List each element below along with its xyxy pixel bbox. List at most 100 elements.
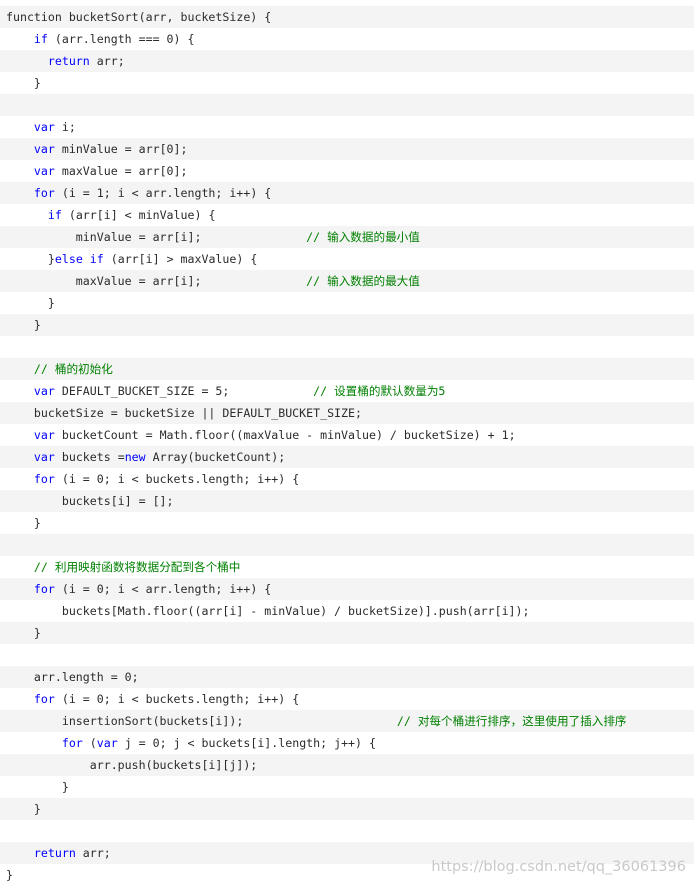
- code-text: buckets[i] = [];: [6, 494, 174, 508]
- code-line: var DEFAULT_BUCKET_SIZE = 5; // 设置桶的默认数量…: [0, 380, 694, 402]
- code-text: (i = 1; i < arr.length; i++) {: [54, 186, 272, 200]
- code-text: arr;: [75, 846, 111, 860]
- code-line: arr.push(buckets[i][j]);: [0, 754, 694, 776]
- code-keyword: if: [33, 32, 48, 46]
- code-text: arr;: [89, 54, 125, 68]
- code-line: return arr;: [0, 50, 694, 72]
- code-text: minValue = arr[0];: [54, 142, 188, 156]
- code-text: Array(bucketCount);: [145, 450, 286, 464]
- code-line: [0, 820, 694, 842]
- code-line: }: [0, 292, 694, 314]
- code-comment: // 利用映射函数将数据分配到各个桶中: [33, 560, 241, 574]
- code-line: insertionSort(buckets[i]); // 对每个桶进行排序，这…: [0, 710, 694, 732]
- code-comment: // 输入数据的最大值: [306, 274, 420, 288]
- code-comment: // 输入数据的最小值: [306, 230, 420, 244]
- code-keyword: var: [33, 142, 55, 156]
- code-keyword: var: [96, 736, 118, 750]
- code-line: for (var j = 0; j < buckets[i].length; j…: [0, 732, 694, 754]
- code-line: function bucketSort(arr, bucketSize) {: [0, 6, 694, 28]
- code-block: function bucketSort(arr, bucketSize) { i…: [0, 6, 694, 886]
- code-line: }: [0, 512, 694, 534]
- watermark: https://blog.csdn.net/qq_36061396: [431, 859, 686, 875]
- code-text: }: [6, 626, 41, 640]
- code-line: // 桶的初始化: [0, 358, 694, 380]
- code-text: }: [6, 868, 13, 882]
- code-text: }: [6, 516, 41, 530]
- code-line: var maxValue = arr[0];: [0, 160, 694, 182]
- code-keyword: var: [33, 384, 55, 398]
- code-text: }: [6, 76, 41, 90]
- code-text: (arr.length === 0) {: [47, 32, 195, 46]
- code-text: (i = 0; i < buckets.length; i++) {: [54, 692, 300, 706]
- code-line: [0, 644, 694, 666]
- code-text: DEFAULT_BUCKET_SIZE = 5;: [54, 384, 314, 398]
- code-text: insertionSort(buckets[i]);: [6, 714, 397, 728]
- code-text: buckets =: [54, 450, 125, 464]
- code-text: }: [6, 780, 69, 794]
- code-keyword: return: [33, 846, 76, 860]
- code-line: }: [0, 72, 694, 94]
- code-keyword: var: [33, 450, 55, 464]
- code-keyword: for: [61, 736, 83, 750]
- code-line: }: [0, 622, 694, 644]
- code-keyword: var: [33, 164, 55, 178]
- code-line: minValue = arr[i]; // 输入数据的最小值: [0, 226, 694, 248]
- code-keyword: else if: [54, 252, 104, 266]
- code-text: }: [6, 802, 41, 816]
- code-line: maxValue = arr[i]; // 输入数据的最大值: [0, 270, 694, 292]
- code-keyword: new: [124, 450, 146, 464]
- code-line: bucketSize = bucketSize || DEFAULT_BUCKE…: [0, 402, 694, 424]
- code-text: (: [82, 736, 97, 750]
- code-line: buckets[Math.floor((arr[i] - minValue) /…: [0, 600, 694, 622]
- code-keyword: if: [47, 208, 62, 222]
- code-line: var bucketCount = Math.floor((maxValue -…: [0, 424, 694, 446]
- code-text: arr.length = 0;: [6, 670, 139, 684]
- code-keyword: var: [33, 428, 55, 442]
- code-line: [0, 94, 694, 116]
- code-text: i;: [54, 120, 76, 134]
- code-text: (i = 0; i < buckets.length; i++) {: [54, 472, 300, 486]
- code-text: maxValue = arr[0];: [54, 164, 188, 178]
- code-line: }: [0, 776, 694, 798]
- code-line: }: [0, 314, 694, 336]
- code-line: var i;: [0, 116, 694, 138]
- code-comment: // 设置桶的默认数量为5: [313, 384, 446, 398]
- code-line: for (i = 0; i < buckets.length; i++) {: [0, 468, 694, 490]
- code-keyword: var: [33, 120, 55, 134]
- code-line: }else if (arr[i] > maxValue) {: [0, 248, 694, 270]
- code-text: (arr[i] < minValue) {: [61, 208, 216, 222]
- code-keyword: for: [33, 692, 55, 706]
- code-line: arr.length = 0;: [0, 666, 694, 688]
- code-comment: // 桶的初始化: [33, 362, 113, 376]
- code-text: arr.push(buckets[i][j]);: [6, 758, 258, 772]
- code-keyword: for: [33, 582, 55, 596]
- code-comment: // 对每个桶进行排序，这里使用了插入排序: [396, 714, 627, 728]
- code-line: [0, 534, 694, 556]
- code-line: [0, 336, 694, 358]
- code-line: if (arr[i] < minValue) {: [0, 204, 694, 226]
- code-line: if (arr.length === 0) {: [0, 28, 694, 50]
- code-line: // 利用映射函数将数据分配到各个桶中: [0, 556, 694, 578]
- code-line: for (i = 0; i < buckets.length; i++) {: [0, 688, 694, 710]
- code-text: buckets[Math.floor((arr[i] - minValue) /…: [6, 604, 530, 618]
- code-text: minValue = arr[i];: [6, 230, 307, 244]
- code-text: (arr[i] > maxValue) {: [103, 252, 258, 266]
- code-text: bucketCount = Math.floor((maxValue - min…: [54, 428, 516, 442]
- code-line: for (i = 1; i < arr.length; i++) {: [0, 182, 694, 204]
- code-keyword: for: [33, 472, 55, 486]
- code-keyword: for: [33, 186, 55, 200]
